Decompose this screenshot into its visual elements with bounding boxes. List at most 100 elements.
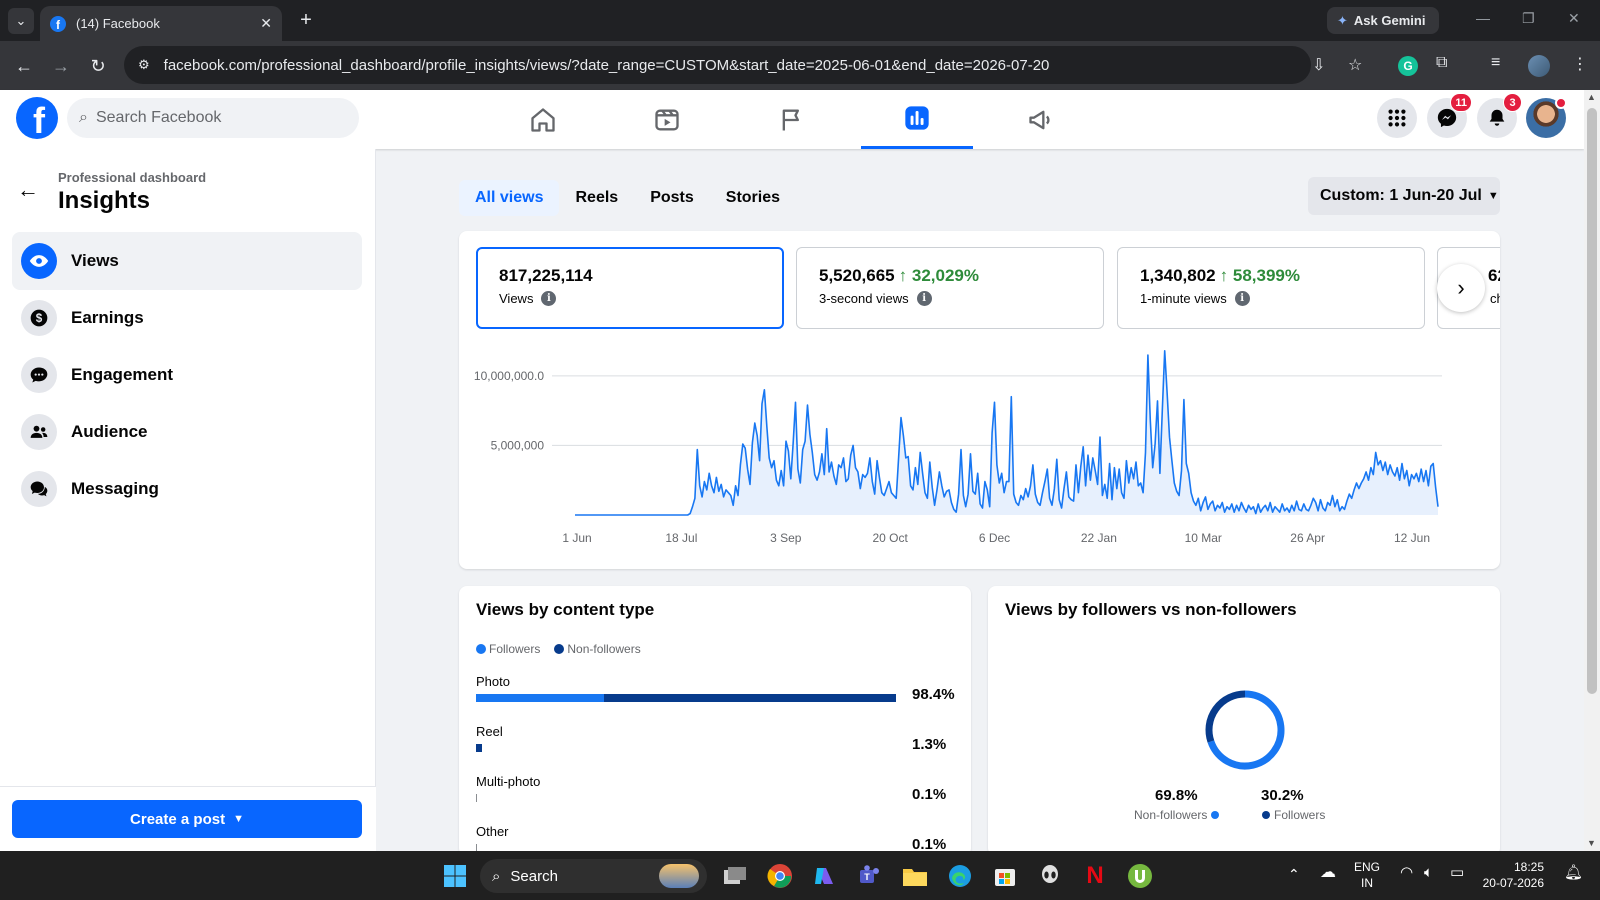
browser-tab-facebook[interactable]: f (14) Facebook ✕ (40, 6, 282, 41)
create-post-button[interactable]: Create a post ▼ (12, 800, 362, 838)
notifications-button[interactable]: 3 (1477, 93, 1522, 138)
chevron-right-icon: › (1457, 275, 1465, 300)
messenger-button[interactable]: 11 (1427, 93, 1472, 138)
extensions-puzzle-icon[interactable]: ⧉ (1436, 54, 1447, 72)
avatar-alert-dot (1555, 97, 1567, 109)
nav-ads-tab[interactable] (985, 90, 1097, 149)
metric-card-views[interactable]: 817,225,114 Views i (476, 247, 784, 329)
eye-icon (21, 243, 57, 279)
metric-card-3-second-views[interactable]: 5,520,665 ↑ 32,029% 3-second views i (796, 247, 1104, 329)
grammarly-extension-icon[interactable]: G (1398, 56, 1418, 76)
notification-center-icon[interactable]: 🔔︎ (1564, 865, 1583, 881)
breadcrumb[interactable]: Professional dashboard (58, 170, 206, 185)
sidebar-item-messaging[interactable]: Messaging (12, 460, 362, 518)
media-controls-icon[interactable]: ≡ (1491, 54, 1500, 72)
nav-dashboard-tab[interactable] (861, 90, 973, 149)
file-explorer-icon[interactable] (900, 861, 930, 891)
browser-profile-avatar[interactable] (1528, 55, 1550, 77)
new-tab-plus-icon[interactable]: + (294, 8, 318, 32)
caret-down-icon: ▼ (233, 813, 244, 825)
tab-posts[interactable]: Posts (634, 180, 710, 216)
facebook-logo-icon[interactable]: f (16, 97, 58, 139)
back-arrow-icon[interactable]: ← (12, 54, 36, 78)
taskbar-search-box[interactable]: ⌕ Search (480, 859, 707, 893)
nav-video-tab[interactable] (611, 90, 723, 149)
caret-down-icon: ▼ (1487, 190, 1499, 202)
language-indicator[interactable]: ENG IN (1354, 859, 1380, 891)
battery-icon[interactable]: ▭ (1450, 865, 1464, 881)
info-icon[interactable]: i (916, 291, 932, 306)
task-view-icon[interactable] (720, 861, 750, 891)
onedrive-icon[interactable]: ☁ (1320, 865, 1336, 881)
windows-start-icon[interactable] (440, 861, 470, 891)
scroll-down-arrow-icon[interactable]: ▼ (1587, 838, 1596, 848)
scroll-up-arrow-icon[interactable]: ▲ (1587, 92, 1596, 102)
sidebar-item-earnings[interactable]: $ Earnings (12, 289, 362, 347)
back-arrow-icon[interactable]: ← (17, 177, 39, 203)
info-icon[interactable]: i (1234, 291, 1250, 306)
sidebar-item-engagement[interactable]: Engagement (12, 346, 362, 404)
legend-dot (476, 644, 486, 654)
tab-list-chevron-icon[interactable]: ⌄ (8, 8, 34, 34)
volume-icon[interactable]: 🔈︎ (1424, 865, 1433, 881)
menu-grid-button[interactable] (1377, 98, 1417, 138)
legend-dot (1211, 811, 1220, 819)
content-type-row: Reel 1.3% (476, 724, 954, 753)
metrics-next-button[interactable]: › (1437, 264, 1485, 312)
microsoft-store-icon[interactable] (990, 861, 1020, 891)
search-input[interactable] (95, 109, 326, 127)
followers-split-title: Views by followers vs non-followers (1005, 600, 1297, 619)
copilot-icon[interactable] (810, 861, 840, 891)
create-post-footer: Create a post ▼ (0, 786, 376, 851)
tab-reels[interactable]: Reels (559, 180, 634, 216)
alienware-icon[interactable] (1035, 861, 1065, 891)
teams-icon[interactable]: T (855, 861, 885, 891)
ask-gemini-button[interactable]: ✦ Ask Gemini (1327, 7, 1439, 34)
nav-pages-tab[interactable] (736, 90, 848, 149)
site-settings-icon[interactable]: ⚙ (138, 57, 150, 73)
tray-overflow-chevron-icon[interactable]: ⌃ (1288, 866, 1300, 882)
install-app-icon[interactable]: ⇩ (1312, 46, 1325, 84)
content-type-label: Other (476, 824, 509, 839)
date-range-dropdown[interactable]: Custom: 1 Jun-20 Jul ▼ (1308, 177, 1500, 215)
page-scrollbar[interactable]: ▲ ▼ (1584, 90, 1600, 851)
bookmark-star-icon[interactable]: ☆ (1348, 46, 1362, 84)
tab-stories[interactable]: Stories (710, 180, 796, 216)
tab-all-views[interactable]: All views (459, 180, 560, 216)
followers-donut-chart (1205, 690, 1285, 770)
edge-icon[interactable] (945, 861, 975, 891)
wifi-icon[interactable]: ◠ (1400, 865, 1413, 881)
content-type-title: Views by content type (476, 600, 655, 619)
tab-close-icon[interactable]: ✕ (260, 15, 272, 32)
windows-taskbar: ⌕ Search T N ⌃ ☁ ENG IN ◠ 🔈︎ ▭ 18:25 20-07… (0, 851, 1600, 900)
address-bar[interactable]: ⚙ facebook.com/professional_dashboard/pr… (124, 46, 1362, 84)
sidebar-item-views[interactable]: Views (12, 232, 362, 290)
facebook-search-box[interactable]: ⌕ (67, 98, 359, 138)
metric-card-1-minute-views[interactable]: 1,340,802 ↑ 58,399% 1-minute views i (1117, 247, 1425, 329)
chrome-icon[interactable] (765, 861, 795, 891)
account-avatar[interactable] (1526, 97, 1567, 138)
scrollbar-thumb[interactable] (1587, 108, 1597, 694)
sidebar-item-audience[interactable]: Audience (12, 403, 362, 461)
views-subtabs: All views Reels Posts Stories (459, 180, 796, 216)
y-tick-label: 5,000,000 (491, 438, 545, 452)
utorrent-icon[interactable] (1125, 861, 1155, 891)
forward-arrow-icon[interactable]: → (49, 54, 73, 78)
restore-icon[interactable]: ❐ (1522, 10, 1535, 27)
legend-dot (1262, 811, 1270, 819)
tab-title: (14) Facebook (76, 16, 160, 31)
info-icon[interactable]: i (541, 291, 557, 306)
netflix-icon[interactable]: N (1080, 861, 1110, 891)
nav-home-tab[interactable] (487, 90, 599, 149)
gemini-spark-icon: ✦ (1337, 12, 1348, 28)
window-close-icon[interactable]: ✕ (1568, 10, 1580, 27)
clock[interactable]: 18:25 20-07-2026 (1480, 859, 1544, 891)
content-type-legend: Followers Non-followers (476, 642, 641, 656)
insights-chart-icon (905, 106, 929, 130)
browser-menu-icon[interactable]: ⋮ (1572, 54, 1588, 74)
content-type-percent: 0.1% (912, 786, 947, 803)
ask-gemini-label: Ask Gemini (1353, 13, 1426, 28)
x-tick-label: 12 Jun (1394, 531, 1430, 545)
minimize-icon[interactable]: — (1476, 10, 1490, 26)
reload-icon[interactable]: ↻ (86, 54, 110, 78)
